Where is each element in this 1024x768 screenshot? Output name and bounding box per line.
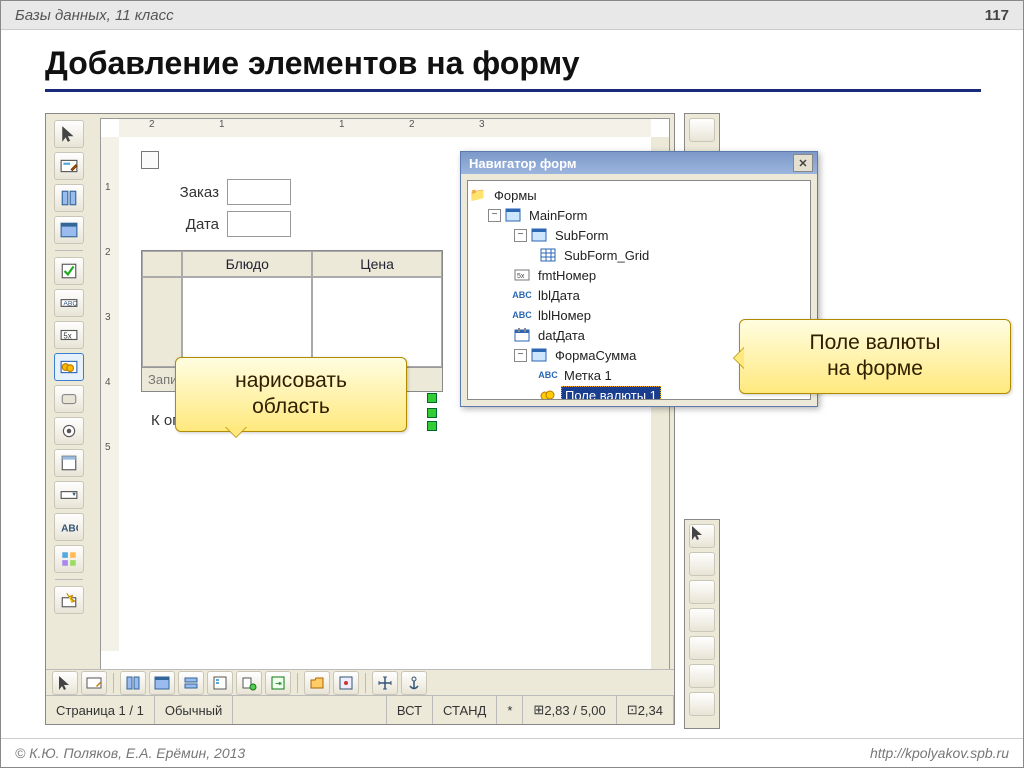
navigator-title: Навигатор форм xyxy=(469,156,576,171)
wizard-toggle[interactable] xyxy=(54,586,84,614)
tree-currency-field[interactable]: Поле валюты 1 xyxy=(561,386,661,401)
status-bar: Страница 1 / 1 Обычный ВСТ СТАНД * ⊞ 2,8… xyxy=(46,695,674,724)
page-title: Добавление элементов на форму xyxy=(45,45,580,82)
listbox-tool[interactable] xyxy=(54,449,84,477)
svg-text:⇥: ⇥ xyxy=(275,679,282,688)
callout-draw-area: нарисоватьобласть xyxy=(175,357,407,432)
label-icon: ABC xyxy=(514,308,530,322)
format-field-icon: 5x xyxy=(514,268,530,282)
status-page: Страница 1 / 1 xyxy=(46,696,155,724)
form-icon xyxy=(531,348,547,362)
button-tool[interactable] xyxy=(54,385,84,413)
form-icon xyxy=(505,208,521,222)
tree-subform-grid[interactable]: SubForm_Grid xyxy=(561,247,652,264)
right-form-toolbar xyxy=(684,519,720,729)
rtb-2[interactable] xyxy=(689,552,715,576)
tree-form-sum[interactable]: ФормаСумма xyxy=(552,347,639,364)
select-tool-2[interactable] xyxy=(52,671,78,695)
textfield-tool[interactable]: ABC xyxy=(54,289,84,317)
anchor-button[interactable] xyxy=(401,671,427,695)
form-props-button[interactable] xyxy=(54,216,84,244)
tab-order-button[interactable]: ⇥ xyxy=(265,671,291,695)
grid-col-price[interactable]: Цена xyxy=(312,251,442,277)
date-field-icon xyxy=(514,328,530,342)
copyright: © К.Ю. Поляков, Е.А. Ерёмин, 2013 xyxy=(15,745,245,761)
tree-metka1[interactable]: Метка 1 xyxy=(561,367,615,384)
label-icon: ABC xyxy=(514,288,530,302)
page-number: 117 xyxy=(985,7,1009,24)
design-mode-2[interactable] xyxy=(81,671,107,695)
form-navigator-button[interactable] xyxy=(207,671,233,695)
data-nav-button[interactable] xyxy=(178,671,204,695)
grid-col-dish[interactable]: Блюдо xyxy=(182,251,312,277)
svg-text:5x: 5x xyxy=(63,331,71,340)
select-tool[interactable] xyxy=(54,120,84,148)
label-tool[interactable]: ABC xyxy=(54,513,84,541)
svg-text:ABC: ABC xyxy=(63,300,77,307)
footer-url: http://kpolyakov.spb.ru xyxy=(870,745,1009,761)
tree-root[interactable]: Формы xyxy=(491,187,540,204)
control-props-button[interactable] xyxy=(54,184,84,212)
breadcrumb: Базы данных, 11 класс xyxy=(15,7,174,24)
add-field-button[interactable] xyxy=(236,671,262,695)
label-icon: ABC xyxy=(540,368,556,382)
folder-icon: 📁 xyxy=(470,188,486,202)
status-modified: * xyxy=(497,696,523,724)
currency-icon xyxy=(540,388,556,400)
tree-dat-data[interactable]: datДата xyxy=(535,327,588,344)
status-ins: ВСТ xyxy=(387,696,433,724)
form-icon xyxy=(531,228,547,242)
svg-text:5x: 5x xyxy=(517,273,525,280)
tree-subform[interactable]: SubForm xyxy=(552,227,611,244)
grid-icon xyxy=(540,248,556,262)
tree-lbl-data[interactable]: lblДата xyxy=(535,287,583,304)
auto-focus-button[interactable] xyxy=(333,671,359,695)
callout-currency-field: Поле валютына форме xyxy=(739,319,1011,394)
collapse-icon[interactable]: − xyxy=(488,209,501,222)
close-icon[interactable]: ✕ xyxy=(793,154,813,172)
more-controls-tool[interactable] xyxy=(54,545,84,573)
tree-lbl-nomer[interactable]: lblНомер xyxy=(535,307,594,324)
ruler-horizontal[interactable]: 2 1 1 2 3 xyxy=(119,119,651,138)
status-std: СТАНД xyxy=(433,696,497,724)
option-button-tool[interactable] xyxy=(54,417,84,445)
collapse-icon[interactable]: − xyxy=(514,349,527,362)
navigator-titlebar[interactable]: Навигатор форм ✕ xyxy=(461,152,817,174)
open-design-button[interactable] xyxy=(304,671,330,695)
label-order: Заказ xyxy=(141,184,219,201)
combobox-tool[interactable] xyxy=(54,481,84,509)
design-mode-button[interactable] xyxy=(54,152,84,180)
form-props-2[interactable] xyxy=(149,671,175,695)
currency-field-tool[interactable] xyxy=(54,353,84,381)
format-field-tool[interactable]: 5x xyxy=(54,321,84,349)
rtb-3[interactable] xyxy=(689,580,715,604)
rtb-4[interactable] xyxy=(689,608,715,632)
svg-text:ABC: ABC xyxy=(61,524,78,535)
form-design-toolbar: ⇥ xyxy=(46,669,674,696)
status-mode: Обычный xyxy=(155,696,233,724)
control-props-2[interactable] xyxy=(120,671,146,695)
field-date[interactable] xyxy=(227,211,291,237)
status-coords: ⊞ 2,83 / 5,00 xyxy=(523,696,616,724)
rtb-6[interactable] xyxy=(689,664,715,688)
title-underline xyxy=(45,89,981,92)
field-order[interactable] xyxy=(227,179,291,205)
right-tb-1[interactable] xyxy=(689,118,715,142)
position-size-button[interactable] xyxy=(372,671,398,695)
status-size: ⊡ 2,34 xyxy=(617,696,674,724)
rtb-5[interactable] xyxy=(689,636,715,660)
tree-mainform[interactable]: MainForm xyxy=(526,207,591,224)
rtb-pointer[interactable] xyxy=(689,524,715,548)
collapse-icon[interactable]: − xyxy=(514,229,527,242)
control-toolbox: ABC 5x ABC xyxy=(50,120,88,614)
checkbox-tool[interactable] xyxy=(54,257,84,285)
rtb-7[interactable] xyxy=(689,692,715,716)
anchor-icon xyxy=(141,151,159,169)
label-date: Дата xyxy=(141,216,219,233)
ruler-vertical[interactable]: 1 2 3 4 5 xyxy=(101,137,120,651)
tree-fmt-nomer[interactable]: fmtНомер xyxy=(535,267,599,284)
